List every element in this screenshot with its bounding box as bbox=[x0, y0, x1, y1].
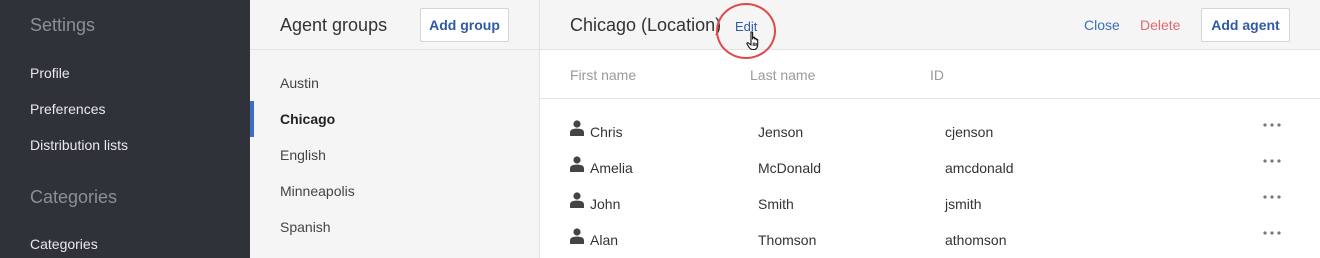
cell-last-name: Jenson bbox=[758, 124, 804, 140]
column-header-last-name[interactable]: Last name bbox=[750, 67, 815, 83]
group-item-minneapolis[interactable]: Minneapolis bbox=[280, 183, 355, 199]
agent-groups-header: Agent groups Add group bbox=[250, 0, 540, 50]
more-horizontal-icon[interactable] bbox=[1261, 229, 1283, 237]
table-row[interactable]: Alan Thomson athomson bbox=[540, 223, 1320, 258]
person-icon bbox=[570, 228, 584, 244]
cell-id: cjenson bbox=[945, 124, 994, 140]
add-group-button[interactable]: Add group bbox=[420, 8, 509, 42]
group-detail-header: Chicago (Location) Edit Close Delete Add… bbox=[540, 0, 1320, 59]
sidebar-item-profile[interactable]: Profile bbox=[30, 65, 70, 81]
delete-link[interactable]: Delete bbox=[1140, 17, 1180, 33]
cell-first-name: Amelia bbox=[590, 160, 633, 176]
sidebar-item-preferences[interactable]: Preferences bbox=[30, 101, 105, 117]
person-icon bbox=[570, 156, 584, 172]
agent-groups-panel: Agent groups Add group Austin Chicago En… bbox=[250, 0, 540, 258]
agent-groups-title: Agent groups bbox=[280, 15, 388, 35]
sidebar-heading-categories: Categories bbox=[30, 187, 118, 207]
cell-id: athomson bbox=[945, 232, 1007, 248]
more-horizontal-icon[interactable] bbox=[1261, 121, 1283, 129]
sidebar-item-distribution-lists[interactable]: Distribution lists bbox=[30, 137, 128, 153]
sidebar-item-categories[interactable]: Categories bbox=[30, 236, 98, 252]
cell-first-name: John bbox=[590, 196, 621, 212]
active-group-indicator bbox=[250, 101, 254, 137]
cell-id: jsmith bbox=[945, 196, 982, 212]
table-row[interactable]: Amelia McDonald amcdonald bbox=[540, 151, 1320, 187]
header-divider bbox=[540, 98, 1320, 99]
group-item-english[interactable]: English bbox=[280, 147, 326, 163]
person-icon bbox=[570, 120, 584, 136]
cell-id: amcdonald bbox=[945, 160, 1014, 176]
cell-first-name: Alan bbox=[590, 232, 619, 248]
column-header-first-name[interactable]: First name bbox=[570, 67, 636, 83]
group-detail-panel: Chicago (Location) Edit Close Delete Add… bbox=[540, 0, 1320, 258]
table-row[interactable]: John Smith jsmith bbox=[540, 187, 1320, 223]
table-row[interactable]: Chris Jenson cjenson bbox=[540, 115, 1320, 151]
sidebar-heading-settings: Settings bbox=[30, 15, 96, 35]
settings-sidebar: Settings Profile Preferences Distributio… bbox=[0, 0, 250, 258]
group-item-spanish[interactable]: Spanish bbox=[280, 219, 331, 235]
more-horizontal-icon[interactable] bbox=[1261, 157, 1283, 165]
more-horizontal-icon[interactable] bbox=[1261, 193, 1283, 201]
hand-pointer-icon bbox=[746, 31, 759, 51]
cell-last-name: Smith bbox=[758, 196, 794, 212]
column-header-id[interactable]: ID bbox=[930, 67, 944, 83]
person-icon bbox=[570, 192, 584, 208]
group-item-chicago[interactable]: Chicago bbox=[280, 111, 335, 127]
group-item-austin[interactable]: Austin bbox=[280, 75, 319, 91]
page-title: Chicago (Location) bbox=[570, 15, 722, 35]
cell-first-name: Chris bbox=[590, 124, 623, 140]
close-link[interactable]: Close bbox=[1084, 17, 1120, 33]
cell-last-name: Thomson bbox=[758, 232, 817, 248]
cell-last-name: McDonald bbox=[758, 160, 822, 176]
add-agent-button[interactable]: Add agent bbox=[1201, 8, 1290, 42]
